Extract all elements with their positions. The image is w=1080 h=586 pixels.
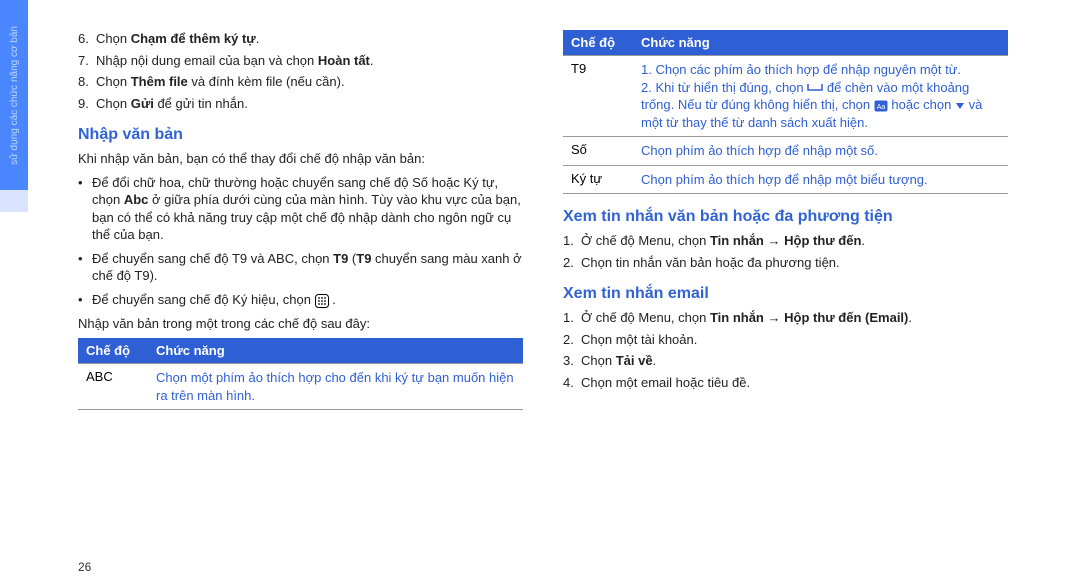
side-tab: sử dụng các chức năng cơ bản: [0, 0, 28, 190]
step-item: 3.Chọn Tải về.: [563, 352, 1008, 370]
table-row: Số Chọn phím ảo thích hợp để nhập một số…: [563, 137, 1008, 166]
table-header-mode: Chế độ: [563, 30, 633, 56]
mode-label: Ký tự: [563, 165, 633, 194]
steps-list-2: 1.Ở chế độ Menu, chọn Tin nhắn → Hộp thư…: [563, 232, 1008, 271]
step-item: 2.Chọn một tài khoản.: [563, 331, 1008, 349]
page-columns: 6.Chọn Chạm để thêm ký tự. 7.Nhập nội du…: [0, 0, 1080, 430]
step-item: 6.Chọn Chạm để thêm ký tự.: [78, 30, 523, 48]
table-row: T9 1. Chọn các phím ảo thích hợp để nhập…: [563, 56, 1008, 137]
step-item: 7.Nhập nội dung email của bạn và chọn Ho…: [78, 52, 523, 70]
page-number: 26: [78, 560, 91, 574]
step-item: 2.Chọn tin nhắn văn bản hoặc đa phương t…: [563, 254, 1008, 272]
table-row: Ký tự Chọn phím ảo thích hợp để nhập một…: [563, 165, 1008, 194]
heading-enter-text: Nhập văn bản: [78, 126, 523, 144]
mode-label: ABC: [78, 364, 148, 410]
svg-text:Aa: Aa: [876, 104, 885, 111]
bullet-item: Để đổi chữ hoa, chữ thường hoặc chuyển s…: [78, 174, 523, 244]
bullets-list: Để đổi chữ hoa, chữ thường hoặc chuyển s…: [78, 174, 523, 309]
step-item: 1.Ở chế độ Menu, chọn Tin nhắn → Hộp thư…: [563, 232, 1008, 250]
bullet-item: Để chuyển sang chế độ Ký hiệu, chọn .: [78, 291, 523, 309]
step-item: 4.Chọn một email hoặc tiêu đề.: [563, 374, 1008, 392]
table-header-function: Chức năng: [633, 30, 1008, 56]
mode-desc: Chọn một phím ảo thích hợp cho đến khi k…: [148, 364, 523, 410]
table-header-mode: Chế độ: [78, 338, 148, 364]
mode-label: Số: [563, 137, 633, 166]
column-left: 6.Chọn Chạm để thêm ký tự. 7.Nhập nội du…: [78, 30, 523, 410]
mode-desc: 1. Chọn các phím ảo thích hợp để nhập ng…: [633, 56, 1008, 137]
table-row: ABC Chọn một phím ảo thích hợp cho đến k…: [78, 364, 523, 410]
modes-table-2: Chế độ Chức năng T9 1. Chọn các phím ảo …: [563, 30, 1008, 194]
heading-view-email: Xem tin nhắn email: [563, 285, 1008, 303]
step-item: 1.Ở chế độ Menu, chọn Tin nhắn → Hộp thư…: [563, 309, 1008, 327]
modes-table-1: Chế độ Chức năng ABC Chọn một phím ảo th…: [78, 338, 523, 410]
side-tab-gap: [0, 190, 28, 212]
bullet-item: Để chuyển sang chế độ T9 và ABC, chọn T9…: [78, 250, 523, 285]
mode-desc: Chọn phím ảo thích hợp để nhập một số.: [633, 137, 1008, 166]
chevron-down-icon: [955, 101, 965, 111]
steps-list-1: 6.Chọn Chạm để thêm ký tự. 7.Nhập nội du…: [78, 30, 523, 112]
step-item: 9.Chọn Gửi để gửi tin nhắn.: [78, 95, 523, 113]
mode-label: T9: [563, 56, 633, 137]
modes-intro: Nhập văn bản trong một trong các chế độ …: [78, 315, 523, 333]
space-icon: [807, 83, 823, 93]
step-item: 8.Chọn Thêm file và đính kèm file (nếu c…: [78, 73, 523, 91]
dictionary-icon: Aa: [874, 100, 888, 112]
column-right: Chế độ Chức năng T9 1. Chọn các phím ảo …: [563, 30, 1008, 410]
mode-desc: Chọn phím ảo thích hợp để nhập một biểu …: [633, 165, 1008, 194]
heading-view-text-mms: Xem tin nhắn văn bản hoặc đa phương tiện: [563, 208, 1008, 226]
intro-para: Khi nhập văn bản, bạn có thể thay đổi ch…: [78, 150, 523, 168]
steps-list-3: 1.Ở chế độ Menu, chọn Tin nhắn → Hộp thư…: [563, 309, 1008, 391]
keypad-icon: [315, 294, 329, 308]
table-header-function: Chức năng: [148, 338, 523, 364]
